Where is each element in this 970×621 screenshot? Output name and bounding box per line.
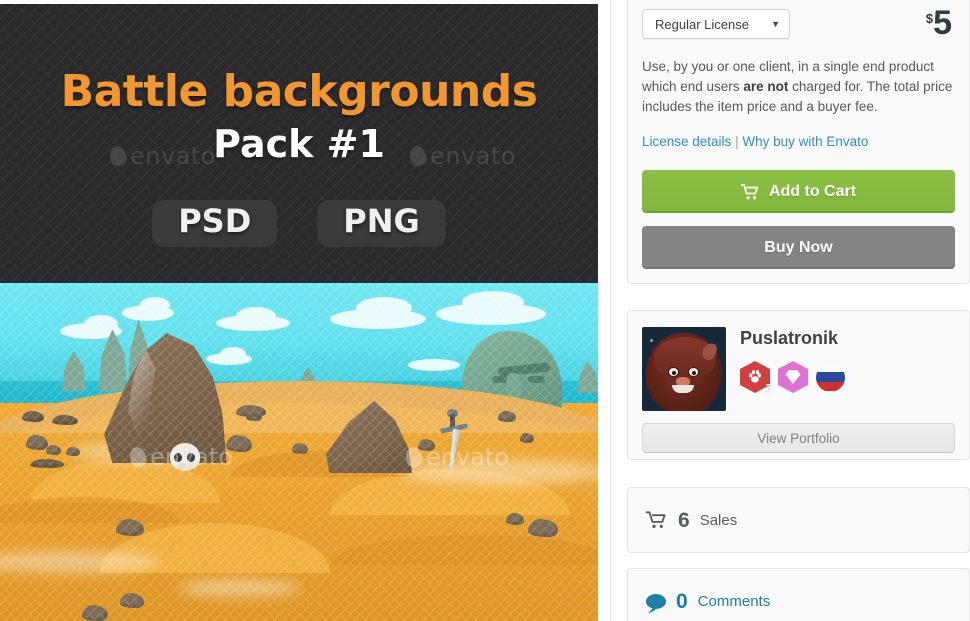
envato-watermark-scene-left: envato: [127, 443, 233, 471]
envato-watermark-text: envato: [426, 443, 509, 471]
scene-cloud: [236, 307, 276, 325]
preview-title-banner[interactable]: envato envato Battle backgrounds Pack #1…: [0, 4, 598, 283]
scene-rock: [22, 411, 44, 422]
chevron-down-icon: ▼: [771, 19, 780, 29]
scene-rock: [52, 415, 78, 425]
flag-stripe-white: [816, 362, 845, 373]
flag-stripe-blue: [816, 372, 845, 382]
cart-icon: [646, 511, 666, 528]
purchase-panel: Regular License ▼ $ 5 Use, by you or one…: [627, 0, 970, 284]
avatar-eye: [668, 367, 679, 377]
buy-now-button[interactable]: Buy Now: [642, 226, 955, 269]
scene-cloud: [462, 291, 524, 313]
author-header: Puslatronik 2: [642, 327, 955, 411]
scene-rock: [236, 405, 266, 417]
comment-bubble-icon: [646, 593, 666, 609]
scene-cloud: [140, 297, 170, 313]
envato-leaf-icon: [127, 445, 149, 469]
author-panel: Puslatronik 2 View Portfolio: [627, 310, 970, 460]
sales-panel: 6 Sales: [627, 487, 970, 553]
scene-cloud: [408, 359, 460, 371]
license-details-link[interactable]: License details: [642, 134, 731, 149]
banner-subtitle: Pack #1: [213, 122, 385, 166]
add-to-cart-button[interactable]: Add to Cart: [642, 170, 955, 213]
envato-watermark-text: envato: [150, 443, 233, 471]
scene-rock: [520, 433, 534, 443]
scene-rock: [120, 593, 144, 608]
preview-column: envato envato Battle backgrounds Pack #1…: [0, 0, 610, 621]
scene-rock: [26, 435, 48, 450]
envato-watermark-scene-right: envato: [403, 443, 509, 471]
scene-rock: [528, 519, 558, 537]
license-description: Use, by you or one client, in a single e…: [642, 57, 955, 117]
license-select[interactable]: Regular License ▼: [642, 9, 790, 39]
avatar-eye: [688, 367, 699, 377]
avatar[interactable]: [642, 327, 726, 411]
statue-brow: [497, 362, 551, 377]
paw-badge-count: 2: [765, 383, 771, 394]
cart-icon: [740, 183, 759, 199]
license-description-emphasis: are not: [743, 79, 789, 94]
author-badges: 2: [740, 361, 845, 394]
format-badge-psd: PSD: [152, 200, 278, 247]
item-price: $ 5: [925, 4, 955, 42]
link-separator: |: [731, 134, 743, 149]
envato-leaf-icon: [403, 445, 425, 469]
statue-eye: [528, 376, 545, 383]
sales-count: 6: [678, 508, 690, 532]
preview-image-stack[interactable]: envato envato Battle backgrounds Pack #1…: [0, 4, 598, 621]
preview-scene-image[interactable]: envato envato: [0, 283, 598, 621]
scene-rock: [82, 605, 108, 621]
comments-label[interactable]: Comments: [698, 593, 771, 610]
price-amount: 5: [933, 4, 952, 42]
gem-badge-icon[interactable]: [778, 361, 808, 393]
scene-rock: [292, 443, 308, 454]
scene-rock: [30, 459, 64, 468]
price-currency: $: [925, 11, 934, 26]
scene-rock: [66, 447, 80, 456]
comments-count: 0: [676, 589, 688, 613]
author-info: Puslatronik 2: [740, 327, 845, 411]
license-links: License details | Why buy with Envato: [642, 134, 955, 149]
scene-cloud: [356, 297, 412, 319]
scene-rock: [498, 411, 516, 422]
scene-rock: [506, 513, 524, 525]
scene-cloud: [220, 347, 246, 360]
format-badge-row: PSD PNG: [0, 200, 598, 247]
scene-sand-haze: [180, 579, 300, 597]
russia-flag-icon[interactable]: [816, 362, 845, 392]
paw-badge-icon[interactable]: 2: [740, 361, 771, 394]
scene-rock: [116, 519, 144, 536]
flag-stripe-red: [816, 381, 845, 392]
comments-panel[interactable]: 0 Comments: [627, 568, 970, 621]
paw-icon: [749, 370, 761, 383]
license-price-row: Regular License ▼ $ 5: [642, 4, 955, 42]
sales-label: Sales: [699, 511, 738, 529]
format-badge-png: PNG: [317, 200, 446, 247]
avatar-sparkle: [650, 339, 653, 342]
item-detail-page: envato envato Battle backgrounds Pack #1…: [0, 0, 970, 621]
add-to-cart-label: Add to Cart: [768, 182, 857, 200]
why-buy-envato-link[interactable]: Why buy with Envato: [742, 134, 868, 149]
sidebar: Regular License ▼ $ 5 Use, by you or one…: [611, 0, 970, 621]
scene-rock: [46, 445, 61, 455]
license-select-value: Regular License: [655, 16, 749, 32]
author-name[interactable]: Puslatronik: [740, 329, 845, 347]
view-portfolio-button[interactable]: View Portfolio: [642, 423, 955, 453]
buy-now-label: Buy Now: [764, 238, 833, 256]
view-portfolio-label: View Portfolio: [757, 430, 840, 446]
banner-title: Battle backgrounds: [60, 66, 538, 117]
